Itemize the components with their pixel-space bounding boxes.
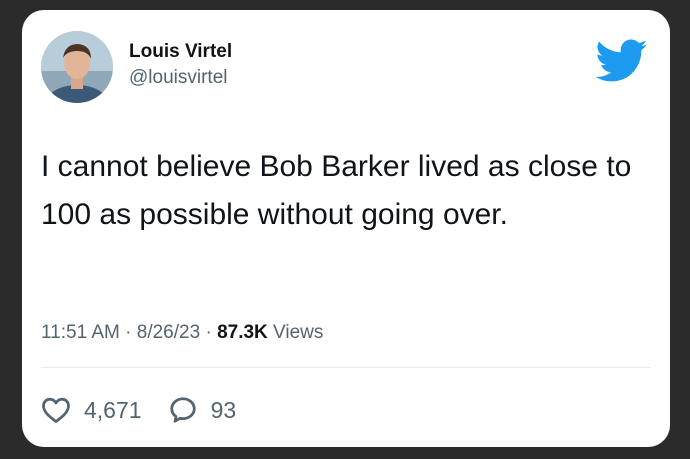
like-button[interactable]: 4,671 xyxy=(41,396,142,424)
reply-button[interactable]: 93 xyxy=(168,395,237,425)
user-display-name[interactable]: Louis Virtel xyxy=(129,41,232,63)
user-handle[interactable]: @louisvirtel xyxy=(129,67,227,89)
avatar[interactable] xyxy=(41,31,113,103)
tweet-meta: 11:51 AM · 8/26/23 · 87.3K Views xyxy=(41,321,323,345)
reply-count: 93 xyxy=(210,396,237,423)
tweet-text: I cannot believe Bob Barker lived as clo… xyxy=(41,150,632,231)
meta-separator: · xyxy=(205,322,212,343)
views-count: 87.3K xyxy=(217,322,268,343)
avatar-image xyxy=(41,31,113,103)
tweet-date[interactable]: 8/26/23 xyxy=(137,322,200,343)
tweet-time[interactable]: 11:51 AM xyxy=(41,322,120,343)
views-label: Views xyxy=(273,322,324,343)
tweet-card: Louis Virtel @louisvirtel I cannot belie… xyxy=(22,10,670,447)
like-count: 4,671 xyxy=(84,396,142,423)
meta-separator: · xyxy=(125,322,132,343)
divider xyxy=(41,367,651,368)
heart-icon xyxy=(42,397,70,423)
speech-bubble-icon xyxy=(169,397,196,423)
tweet-actions: 4,671 93 xyxy=(41,392,236,428)
twitter-bird-icon[interactable] xyxy=(596,39,648,83)
